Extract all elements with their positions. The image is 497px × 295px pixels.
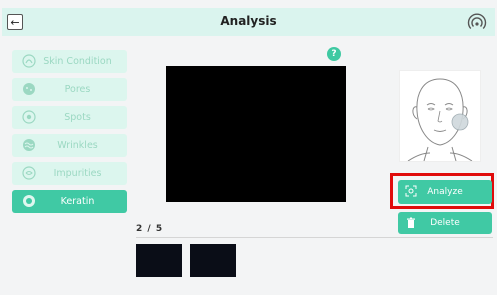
face-outline-icon — [407, 78, 473, 162]
analyze-button[interactable]: Analyze — [398, 180, 492, 204]
face-position-guide — [399, 70, 481, 162]
keratin-icon — [23, 195, 35, 207]
photo-counter: 2 / 5 — [136, 224, 164, 234]
sidebar-item-keratin[interactable]: Keratin — [12, 190, 127, 213]
photo-thumbnail-1[interactable] — [136, 244, 182, 277]
sidebar-item-spots[interactable]: Spots — [12, 106, 127, 129]
page-title: Analysis — [220, 14, 277, 28]
help-button[interactable]: ? — [327, 47, 341, 61]
analysis-category-sidebar: Skin Condition Pores Spots Wrinkles Impu… — [12, 50, 127, 218]
spots-icon — [22, 110, 36, 124]
pores-icon — [23, 83, 35, 95]
sidebar-item-wrinkles[interactable]: Wrinkles — [12, 134, 127, 157]
wrinkles-icon — [23, 139, 35, 151]
photo-thumbnail-2[interactable] — [190, 244, 236, 277]
gallery-divider — [136, 237, 493, 238]
delete-button-label: Delete — [430, 218, 460, 228]
wireless-connection-icon[interactable] — [467, 12, 487, 32]
help-icon: ? — [331, 49, 337, 59]
trash-icon — [407, 217, 415, 228]
sidebar-item-skin-condition[interactable]: Skin Condition — [12, 50, 127, 73]
scan-icon — [405, 185, 417, 197]
skin-condition-icon — [22, 54, 36, 68]
camera-preview — [166, 66, 346, 202]
sidebar-item-impurities[interactable]: Impurities — [12, 162, 127, 185]
delete-button[interactable]: Delete — [398, 212, 492, 234]
impurities-icon — [22, 166, 36, 180]
sidebar-item-pores[interactable]: Pores — [12, 78, 127, 101]
top-bar: ← Analysis — [0, 0, 497, 42]
analyze-button-label: Analyze — [427, 187, 463, 197]
header: ← Analysis — [2, 8, 495, 36]
